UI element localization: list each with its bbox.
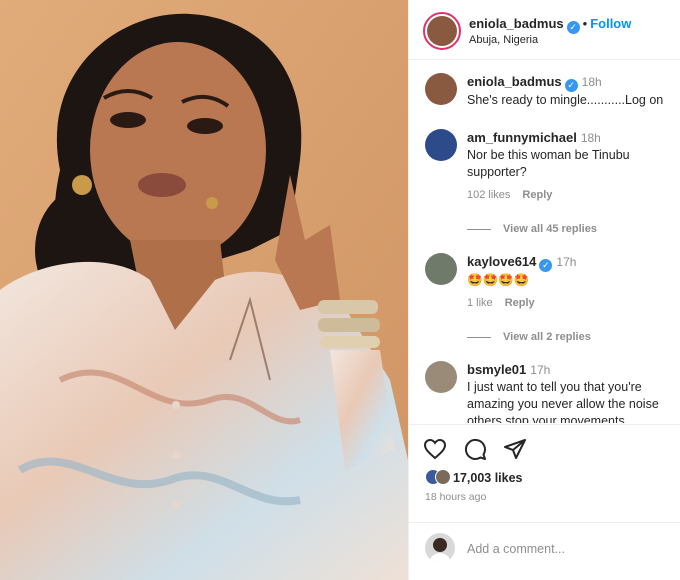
author-line: eniola_badmus ✓ • Follow	[469, 15, 631, 34]
reply-button[interactable]: Reply	[522, 189, 552, 201]
caption-username[interactable]: eniola_badmus	[467, 74, 562, 89]
caption-avatar[interactable]	[425, 73, 457, 105]
verified-badge-icon: ✓	[564, 79, 578, 92]
comment-text: I just want to tell you that you're amaz…	[467, 380, 659, 423]
add-comment-bar	[409, 522, 680, 580]
comment-username[interactable]: kaylove614	[467, 254, 536, 269]
comment-body: am_funnymichael 18h Nor be this woman be …	[467, 129, 672, 181]
comment-meta: 102 likes Reply	[467, 189, 564, 201]
comment-likes[interactable]: 102 likes	[467, 189, 510, 201]
liker-avatar	[435, 469, 451, 485]
comment-text: 🤩🤩🤩🤩	[467, 273, 530, 287]
comment-likes[interactable]: 1 like	[467, 297, 493, 309]
instagram-post-view: eniola_badmus ✓ • Follow Abuja, Nigeria eni…	[0, 0, 680, 580]
author-avatar[interactable]	[423, 12, 461, 50]
follow-button[interactable]: Follow	[590, 16, 631, 31]
replies-divider	[467, 336, 491, 338]
caption-body: eniola_badmus ✓ 18h She's ready to mingle.…	[467, 73, 672, 109]
view-replies-button[interactable]: View all 45 replies	[467, 223, 597, 235]
post-timestamp[interactable]: 18 hours ago	[425, 491, 486, 503]
comment-meta: 1 like Reply	[467, 297, 547, 309]
post-side-panel: eniola_badmus ✓ • Follow Abuja, Nigeria eni…	[408, 0, 680, 580]
caption-time: 18h	[581, 75, 602, 89]
verified-badge-icon: ✓	[566, 21, 580, 34]
separator-dot: •	[582, 16, 588, 31]
view-replies-label: View all 45 replies	[503, 223, 597, 235]
comment-text: Nor be this woman be Tinubu supporter?	[467, 148, 630, 179]
author-avatar-image	[427, 16, 457, 46]
comment-time: 17h	[556, 255, 577, 269]
comment-bubble-icon[interactable]	[463, 437, 487, 461]
post-header: eniola_badmus ✓ • Follow Abuja, Nigeria	[409, 0, 680, 60]
comment-time: 18h	[580, 131, 601, 145]
comment-avatar[interactable]	[425, 253, 457, 285]
portrait-image	[0, 0, 408, 580]
comment-time: 17h	[530, 363, 551, 377]
comment-avatar[interactable]	[425, 361, 457, 393]
heart-icon[interactable]	[423, 437, 447, 461]
view-replies-button[interactable]: View all 2 replies	[467, 331, 591, 343]
reply-button[interactable]: Reply	[505, 297, 535, 309]
comment-username[interactable]: am_funnymichael	[467, 130, 577, 145]
caption-text: She's ready to mingle...........Log on	[467, 93, 664, 107]
comment-avatar[interactable]	[425, 129, 457, 161]
viewer-avatar-head	[433, 538, 447, 552]
add-comment-input[interactable]	[467, 539, 667, 559]
paper-plane-icon[interactable]	[503, 437, 527, 461]
comments-list[interactable]: eniola_badmus ✓ 18h She's ready to mingle.…	[409, 61, 680, 423]
viewer-avatar	[425, 533, 455, 563]
post-location[interactable]: Abuja, Nigeria	[469, 34, 538, 46]
replies-divider	[467, 228, 491, 230]
verified-badge-icon: ✓	[539, 259, 553, 272]
post-photo[interactable]	[0, 0, 408, 580]
comment-body: bsmyle01 17h I just want to tell you that…	[467, 361, 672, 423]
likes-count[interactable]: 17,003 likes	[453, 471, 523, 485]
comment-username[interactable]: bsmyle01	[467, 362, 526, 377]
view-replies-label: View all 2 replies	[503, 331, 591, 343]
viewer-avatar-body	[429, 553, 451, 563]
author-username[interactable]: eniola_badmus	[469, 16, 564, 31]
comment-body: kaylove614 ✓ 17h 🤩🤩🤩🤩	[467, 253, 672, 289]
